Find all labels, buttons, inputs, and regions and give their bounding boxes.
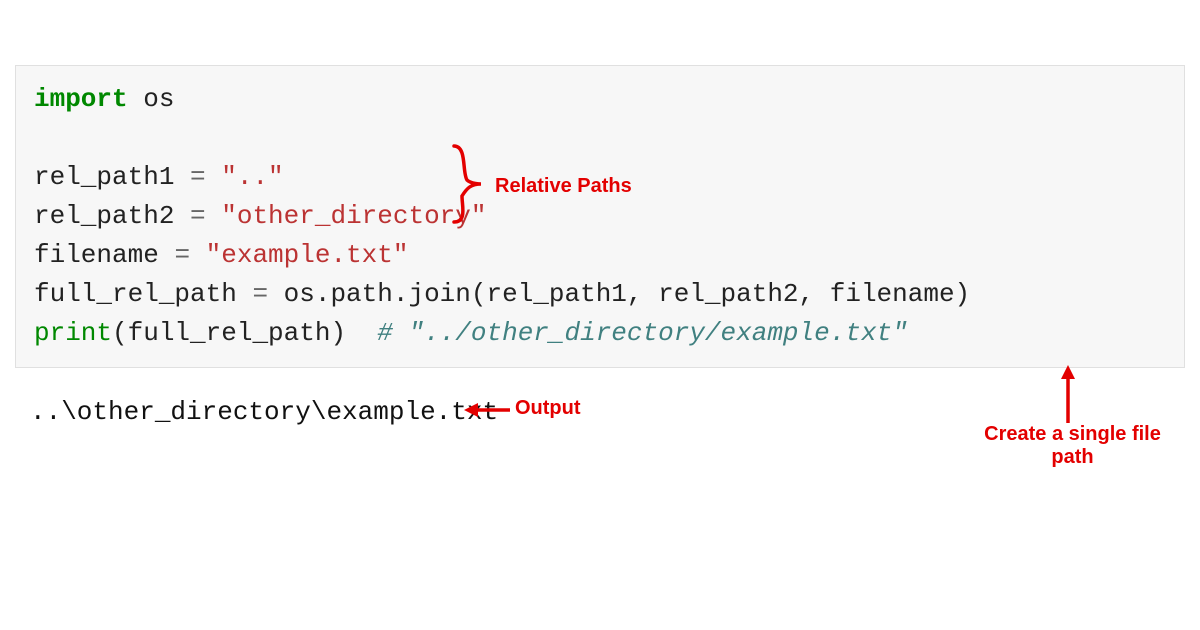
equals: = [190, 201, 206, 231]
code-line-7: print(full_rel_path) # "../other_directo… [34, 314, 1166, 353]
arrow-left-icon [464, 397, 510, 423]
builtin-print: print [34, 318, 112, 348]
equals: = [190, 162, 206, 192]
keyword-import: import [34, 84, 128, 114]
equals: = [252, 279, 268, 309]
equals: = [174, 240, 190, 270]
string-other-directory: "other_directory" [206, 201, 487, 231]
annotation-relative-paths: Relative Paths [495, 175, 632, 198]
print-args: (full_rel_path) [112, 318, 377, 348]
code-line-6: full_rel_path = os.path.join(rel_path1, … [34, 275, 1166, 314]
curly-brace-icon [449, 144, 484, 224]
module-os: os [128, 84, 175, 114]
output-text: ..\other_directory\example.txt [30, 397, 498, 427]
var-full-rel-path: full_rel_path [34, 279, 252, 309]
code-line-1: import os [34, 80, 1166, 119]
string-dotdot: ".." [206, 162, 284, 192]
annotation-single-file-path: Create a single file path [975, 423, 1170, 469]
comment-expected-output: # "../other_directory/example.txt" [377, 318, 908, 348]
var-filename: filename [34, 240, 174, 270]
var-rel-path2: rel_path2 [34, 201, 190, 231]
var-rel-path1: rel_path1 [34, 162, 190, 192]
code-block: import os rel_path1 = ".." rel_path2 = "… [15, 65, 1185, 368]
arrow-up-icon [1055, 365, 1081, 423]
code-line-5: filename = "example.txt" [34, 236, 1166, 275]
code-line-4: rel_path2 = "other_directory" [34, 197, 1166, 236]
os-path-join-call: os.path.join(rel_path1, rel_path2, filen… [268, 279, 970, 309]
string-example-txt: "example.txt" [190, 240, 408, 270]
annotation-output: Output [515, 397, 581, 420]
code-line-blank [34, 119, 1166, 158]
